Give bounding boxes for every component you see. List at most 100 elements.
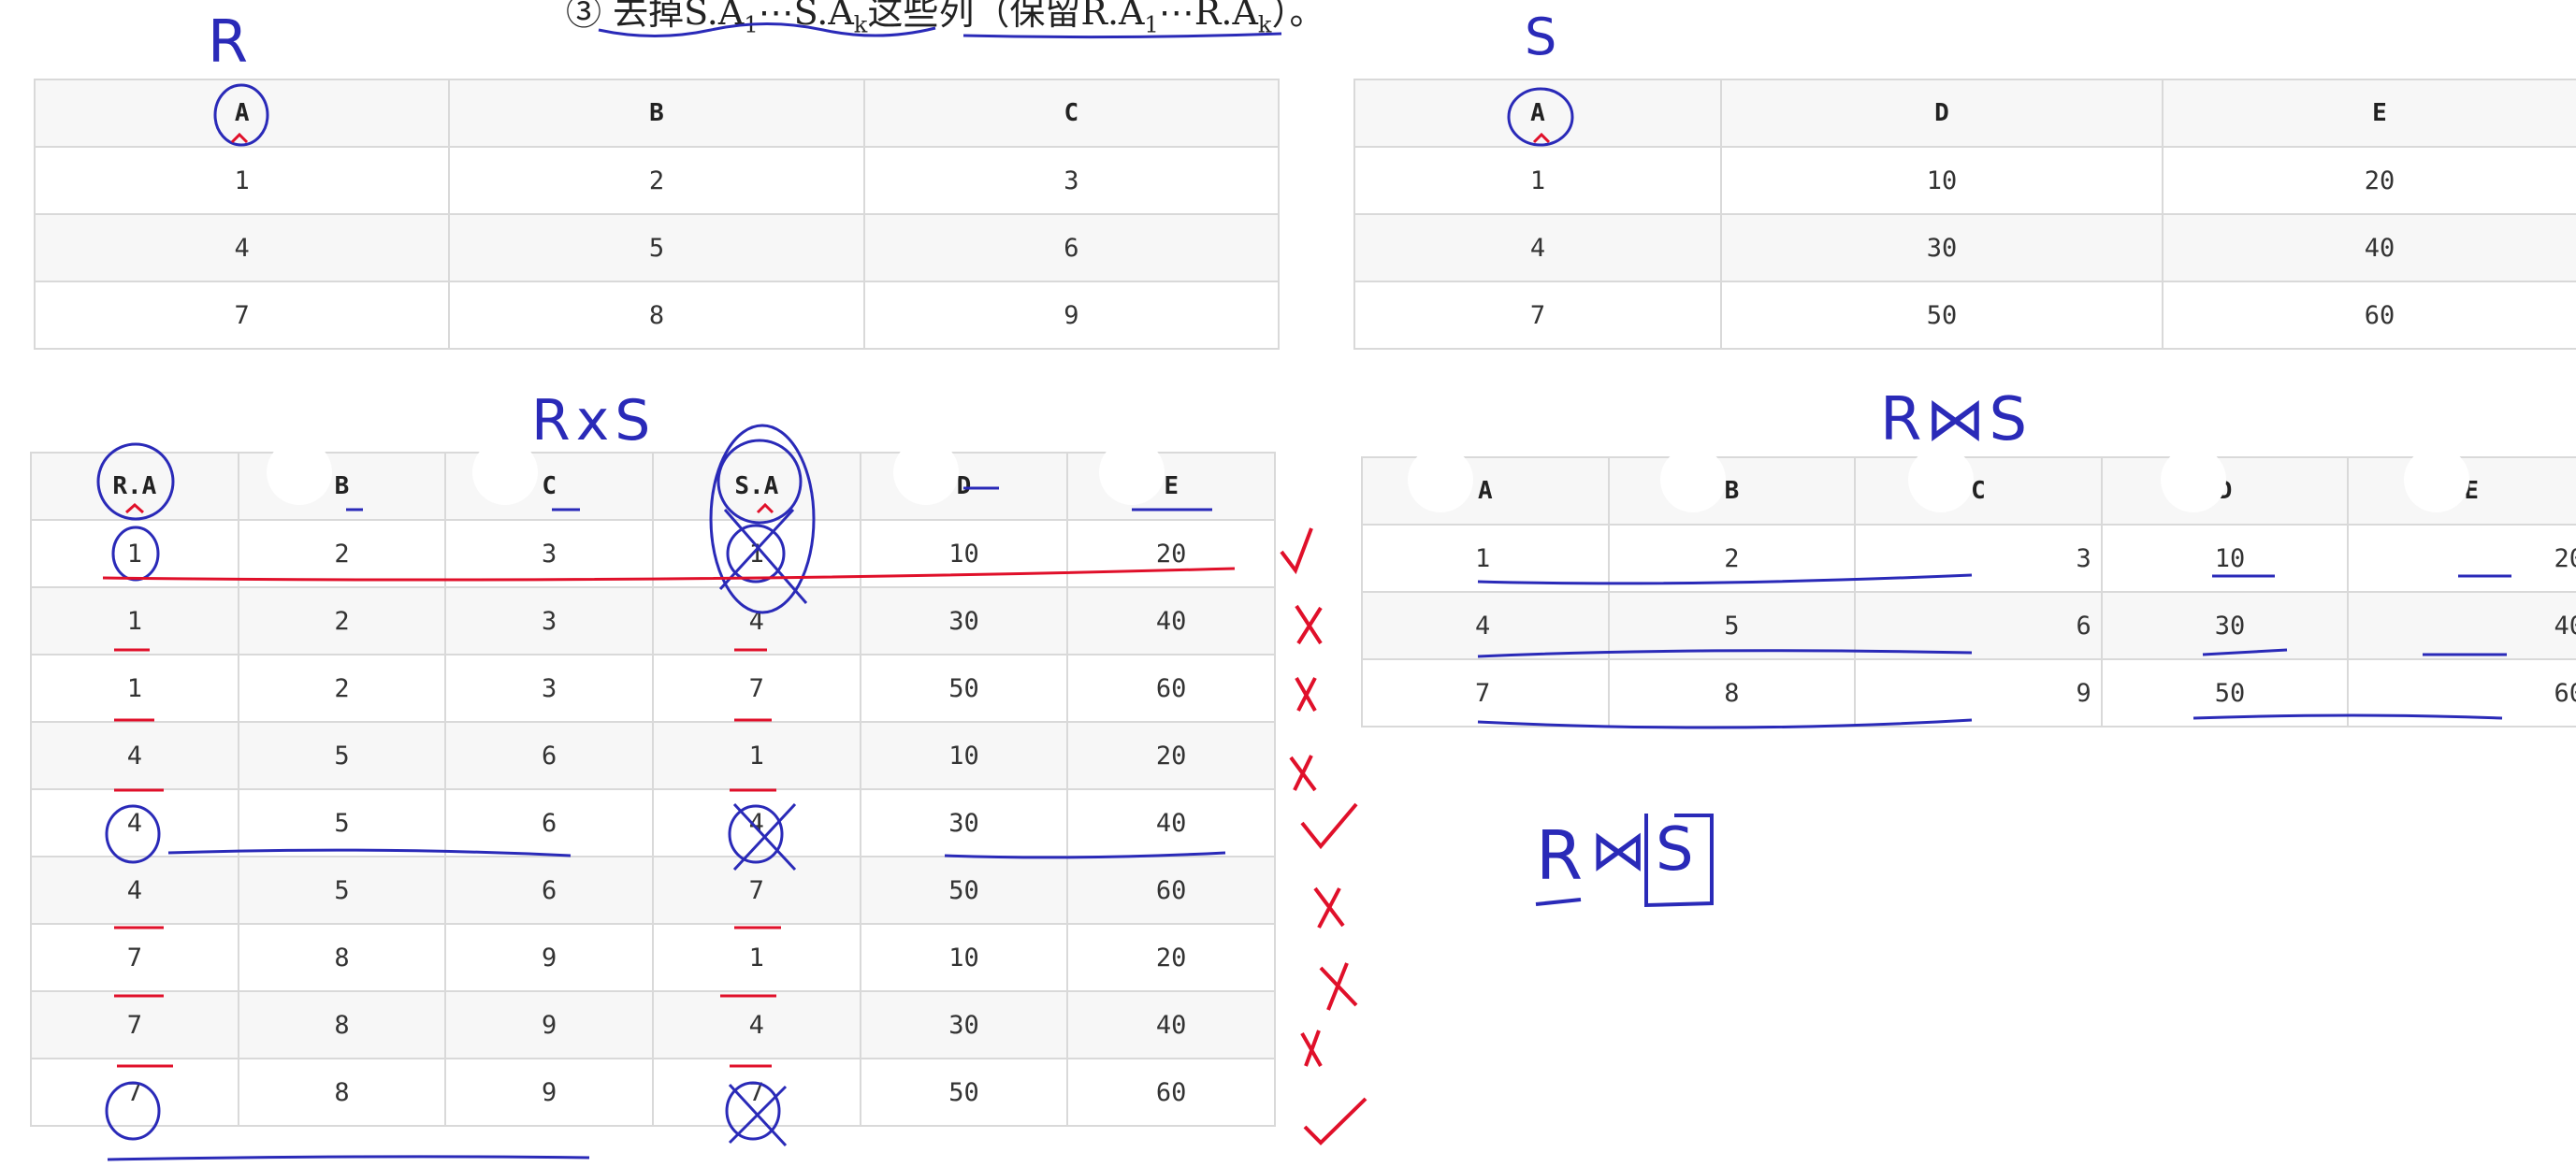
cross-mark-icon — [1289, 755, 1317, 792]
instruction-text-1: 去掉S.A — [613, 0, 745, 33]
table-cell: 8 — [1607, 658, 1857, 728]
table-cell: 4 — [651, 788, 861, 857]
handwritten-label-r: R — [208, 7, 248, 76]
table-cell: 7 — [30, 923, 239, 992]
table-cell: 10 — [859, 721, 1069, 790]
table-row: 4 5 6 — [33, 213, 1281, 282]
table-cell: 5 — [237, 788, 447, 857]
header-cell: A — [33, 79, 451, 148]
subscript: 1 — [744, 11, 759, 38]
table-cell: 40 — [1066, 586, 1276, 656]
white-blob — [472, 439, 538, 505]
table-header-row: A B C — [33, 79, 1281, 148]
header-cell: A — [1353, 79, 1722, 148]
table-cell: 2 — [237, 654, 447, 723]
table-row: 7 8 9 1 10 20 — [30, 923, 1276, 992]
table-row: 1 2 3 4 30 40 — [30, 586, 1276, 656]
cross-mark-icon — [1319, 962, 1358, 1011]
header-cell: D — [2100, 456, 2350, 526]
table-cell: 6 — [444, 721, 654, 790]
table-cell: 5 — [237, 721, 447, 790]
table-cell: 9 — [1854, 658, 2103, 728]
table-cell: 30 — [859, 788, 1069, 857]
handwritten-semijoin-op: ⋈ — [1590, 818, 1646, 884]
subscript: k — [1257, 11, 1272, 38]
table-cell: 60 — [1066, 856, 1276, 925]
cross-mark-icon — [1295, 604, 1323, 645]
table-cell: 40 — [1066, 788, 1276, 857]
table-cell: 4 — [33, 213, 451, 282]
table-row: 7 8 9 — [33, 281, 1281, 350]
table-cell: 30 — [2100, 591, 2350, 660]
table-header-row: A D E — [1353, 79, 2576, 148]
header-cell: D — [1720, 79, 2164, 148]
table-cell: 6 — [444, 788, 654, 857]
table-cell: 4 — [1353, 213, 1722, 282]
table-cell: 8 — [237, 990, 447, 1059]
cross-mark-icon — [1295, 677, 1317, 712]
table-cell: 30 — [859, 586, 1069, 656]
underline-mark — [107, 1155, 590, 1161]
table-cell: 2 — [237, 519, 447, 588]
table-row: 1231020 — [1361, 524, 2576, 593]
handwritten-semijoin-s: S — [1656, 815, 1694, 885]
header-cell: R.A — [30, 452, 239, 521]
cross-mark-icon — [1300, 1030, 1323, 1067]
white-blob — [1908, 447, 1974, 512]
white-blob — [1660, 447, 1726, 512]
table-cell: 7 — [1361, 658, 1610, 728]
table-cell: 1 — [1353, 146, 1722, 215]
table-cell: 5 — [448, 213, 865, 282]
table-cell: 50 — [859, 654, 1069, 723]
header-cell: B — [1607, 456, 1857, 526]
table-cell: 1 — [651, 519, 861, 588]
table-cell: 7 — [651, 1058, 861, 1127]
table-cell: 9 — [444, 990, 654, 1059]
table-cell: 1 — [30, 654, 239, 723]
white-blob — [2161, 447, 2226, 512]
table-row: 4 5 6 7 50 60 — [30, 856, 1276, 925]
table-cell: 60 — [1066, 654, 1276, 723]
table-s: A D E 1 10 20 4 30 40 7 50 60 — [1353, 79, 2576, 350]
header-cell: S.A — [651, 452, 861, 521]
table-cell: 60 — [2162, 281, 2576, 350]
table-row: 4563040 — [1361, 591, 2576, 660]
header-cell: C — [862, 79, 1281, 148]
table-cell: 3 — [862, 146, 1281, 215]
header-cell: A — [1361, 456, 1610, 526]
table-cell: 4 — [651, 990, 861, 1059]
instruction-text-4: ⋯R.A — [1158, 0, 1258, 33]
table-cell: 3 — [444, 519, 654, 588]
semijoin-underline — [1535, 898, 1582, 906]
semijoin-box — [1644, 814, 1714, 908]
table-cell: 3 — [444, 586, 654, 656]
table-cell: 4 — [651, 586, 861, 656]
table-cell: 10 — [2100, 524, 2350, 593]
instruction-text-5: ）。 — [1271, 0, 1325, 33]
table-cell: 2 — [237, 586, 447, 656]
table-cell: 3 — [444, 654, 654, 723]
table-cell: 4 — [1361, 591, 1610, 660]
check-mark-icon — [1300, 802, 1358, 850]
table-cell: 20 — [1066, 519, 1276, 588]
white-blob — [2404, 447, 2469, 512]
white-blob — [893, 439, 959, 505]
table-row: 7 50 60 — [1353, 281, 2576, 350]
table-cell: 20 — [1066, 721, 1276, 790]
subscript: k — [853, 11, 868, 38]
table-cell: 60 — [1066, 1058, 1276, 1127]
table-cell: 20 — [2162, 146, 2576, 215]
table-r: A B C 1 2 3 4 5 6 7 8 9 — [33, 79, 1281, 350]
check-mark-icon — [1303, 1097, 1368, 1145]
table-cell: 20 — [1066, 923, 1276, 992]
table-cell: 6 — [444, 856, 654, 925]
table-cell: 9 — [862, 281, 1281, 350]
table-cell: 9 — [444, 923, 654, 992]
table-cell: 10 — [859, 519, 1069, 588]
table-cell: 4 — [30, 788, 239, 857]
table-cell: 7 — [651, 856, 861, 925]
table-cell: 20 — [2347, 524, 2576, 593]
table-cell: 50 — [859, 856, 1069, 925]
table-cell: 3 — [1854, 524, 2103, 593]
table-cell: 30 — [859, 990, 1069, 1059]
